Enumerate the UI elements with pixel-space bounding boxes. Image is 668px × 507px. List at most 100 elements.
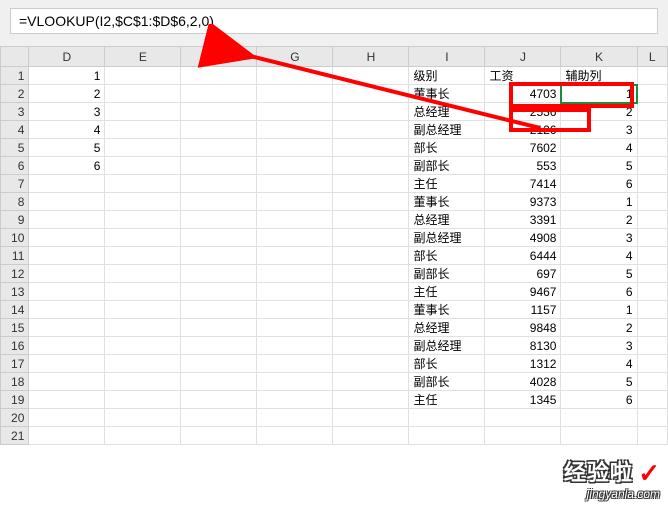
cell[interactable]: 9373 (485, 193, 561, 211)
cell[interactable] (181, 229, 257, 247)
cell[interactable]: 董事长 (409, 193, 485, 211)
cell[interactable] (257, 319, 333, 337)
row-header[interactable]: 17 (1, 355, 29, 373)
cell[interactable] (333, 157, 409, 175)
cell[interactable] (257, 409, 333, 427)
cell[interactable] (637, 355, 668, 373)
cell[interactable]: 4703 (485, 85, 561, 103)
cell[interactable]: 697 (485, 265, 561, 283)
cell[interactable] (637, 265, 668, 283)
cell[interactable] (637, 283, 668, 301)
col-header-I[interactable]: I (409, 47, 485, 67)
col-header-J[interactable]: J (485, 47, 561, 67)
row-header[interactable]: 20 (1, 409, 29, 427)
cell[interactable] (181, 427, 257, 445)
col-header-K[interactable]: K (561, 47, 637, 67)
cell[interactable] (637, 301, 668, 319)
cell[interactable] (257, 247, 333, 265)
cell[interactable]: 副部长 (409, 157, 485, 175)
cell[interactable]: 3 (561, 229, 637, 247)
cell[interactable] (333, 229, 409, 247)
cell[interactable] (29, 391, 105, 409)
col-header-H[interactable]: H (333, 47, 409, 67)
cell[interactable] (637, 103, 668, 121)
cell[interactable] (257, 85, 333, 103)
cell[interactable] (181, 301, 257, 319)
cell[interactable]: 部长 (409, 355, 485, 373)
cell[interactable] (257, 175, 333, 193)
cell[interactable] (181, 211, 257, 229)
cell[interactable] (637, 211, 668, 229)
cell[interactable] (181, 121, 257, 139)
row-header[interactable]: 1 (1, 67, 29, 85)
formula-bar[interactable]: =VLOOKUP(I2,$C$1:$D$6,2,0) (10, 8, 658, 34)
cell[interactable]: 4 (561, 355, 637, 373)
cell[interactable] (333, 283, 409, 301)
cell[interactable]: 4908 (485, 229, 561, 247)
cell[interactable]: 部长 (409, 247, 485, 265)
row-header[interactable]: 14 (1, 301, 29, 319)
cell[interactable]: 2 (561, 211, 637, 229)
cell[interactable] (29, 175, 105, 193)
cell[interactable] (181, 247, 257, 265)
cell[interactable] (333, 355, 409, 373)
cell[interactable] (181, 103, 257, 121)
cell[interactable] (333, 319, 409, 337)
cell[interactable] (257, 355, 333, 373)
row-header[interactable]: 6 (1, 157, 29, 175)
cell[interactable] (105, 85, 181, 103)
row-header[interactable]: 4 (1, 121, 29, 139)
cell[interactable] (105, 247, 181, 265)
cell[interactable] (29, 373, 105, 391)
cell[interactable] (637, 139, 668, 157)
cell[interactable] (637, 157, 668, 175)
cell[interactable] (105, 211, 181, 229)
cell[interactable]: 级别 (409, 67, 485, 85)
col-header-L[interactable]: L (637, 47, 668, 67)
cell[interactable] (105, 319, 181, 337)
cell[interactable]: 1345 (485, 391, 561, 409)
cell[interactable]: 6 (561, 391, 637, 409)
cell[interactable] (637, 67, 668, 85)
cell[interactable] (105, 193, 181, 211)
row-header[interactable]: 3 (1, 103, 29, 121)
cell[interactable]: 3 (29, 103, 105, 121)
cell[interactable]: 553 (485, 157, 561, 175)
cell[interactable] (333, 301, 409, 319)
row-header[interactable]: 7 (1, 175, 29, 193)
cell[interactable] (257, 121, 333, 139)
cell[interactable] (333, 85, 409, 103)
cell[interactable] (257, 391, 333, 409)
cell[interactable]: 4 (561, 139, 637, 157)
cell[interactable] (637, 193, 668, 211)
cell[interactable] (181, 283, 257, 301)
cell[interactable] (333, 67, 409, 85)
grid[interactable]: D E F G H I J K L 11级别工资辅助列22董事长4703133总… (0, 46, 668, 445)
cell[interactable] (637, 229, 668, 247)
cell[interactable]: 3391 (485, 211, 561, 229)
cell[interactable]: 副总经理 (409, 337, 485, 355)
cell[interactable]: 4 (561, 247, 637, 265)
cell[interactable]: 董事长 (409, 301, 485, 319)
cell[interactable] (181, 355, 257, 373)
cell[interactable] (257, 427, 333, 445)
cell[interactable] (637, 121, 668, 139)
cell[interactable] (29, 301, 105, 319)
cell[interactable] (561, 427, 637, 445)
cell[interactable] (257, 67, 333, 85)
cell[interactable] (29, 409, 105, 427)
cell[interactable] (105, 67, 181, 85)
cell[interactable] (181, 265, 257, 283)
row-header[interactable]: 5 (1, 139, 29, 157)
cell[interactable] (29, 193, 105, 211)
cell[interactable] (181, 175, 257, 193)
corner-cell[interactable] (1, 47, 29, 67)
cell[interactable]: 5 (29, 139, 105, 157)
row-header[interactable]: 15 (1, 319, 29, 337)
cell[interactable] (181, 67, 257, 85)
cell[interactable]: 总经理 (409, 211, 485, 229)
row-header[interactable]: 10 (1, 229, 29, 247)
cell[interactable]: 6 (29, 157, 105, 175)
cell[interactable] (105, 337, 181, 355)
cell[interactable] (637, 319, 668, 337)
